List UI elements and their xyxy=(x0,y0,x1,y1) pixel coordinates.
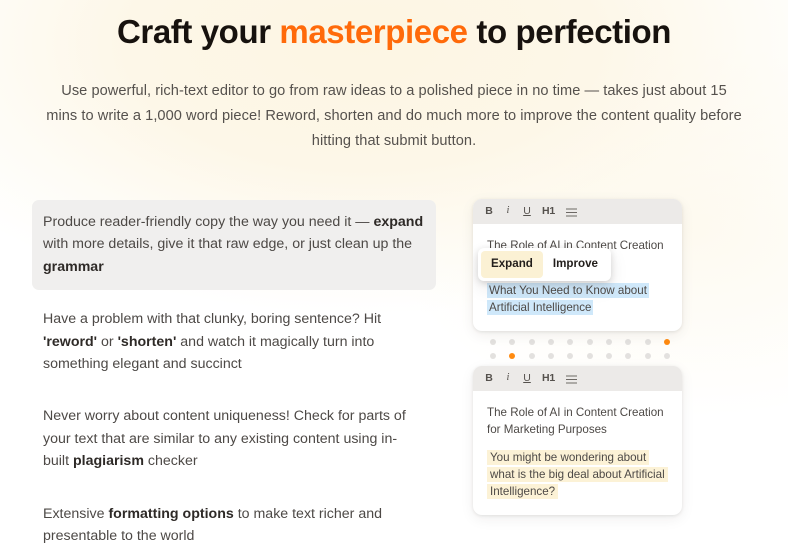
italic-icon[interactable]: i xyxy=(504,206,512,217)
feature-text: or xyxy=(97,333,118,350)
editor-preview-column: B i U H1 The Role of AI in Content Creat… xyxy=(470,196,788,515)
feature-text: checker xyxy=(143,453,198,470)
feature-keyword: 'reword' xyxy=(43,333,98,350)
dot-active xyxy=(663,339,670,345)
editor-card-top[interactable]: B i U H1 The Role of AI in Content Creat… xyxy=(473,199,682,331)
dot-active xyxy=(509,353,516,359)
dot xyxy=(490,353,496,359)
underline-icon[interactable]: U xyxy=(523,206,531,217)
editor-card-bottom[interactable]: B i U H1 The Role of AI in Content Creat… xyxy=(473,366,682,515)
page-title-accent-word: masterpiece xyxy=(279,13,468,50)
dot xyxy=(509,339,516,345)
dot-row xyxy=(490,353,670,359)
content-columns: Produce reader-friendly copy the way you… xyxy=(0,196,788,549)
feature-item-2[interactable]: Never worry about content uniqueness! Ch… xyxy=(32,394,432,484)
page-title: Craft your masterpiece to perfection xyxy=(0,0,788,52)
dot xyxy=(586,353,593,359)
editor-body-top[interactable]: The Role of AI in Content Creation for M… xyxy=(473,224,682,331)
editor-heading-text-bottom: The Role of AI in Content Creation for M… xyxy=(487,406,664,436)
landing-page: Craft your masterpiece to perfection Use… xyxy=(0,0,788,549)
feature-text: Produce reader-friendly copy the way you… xyxy=(43,214,374,230)
dot xyxy=(644,339,651,345)
page-title-part-1: Craft your xyxy=(116,13,280,50)
feature-item-0[interactable]: Produce reader-friendly copy the way you… xyxy=(32,200,436,291)
editor-toolbar-top[interactable]: B i U H1 xyxy=(473,199,682,224)
dot xyxy=(528,353,535,359)
dot xyxy=(625,353,632,359)
dot xyxy=(490,339,496,345)
underline-icon[interactable]: U xyxy=(523,373,531,384)
dot xyxy=(663,353,670,359)
bullet-list-icon[interactable] xyxy=(566,374,578,384)
dot-grid-indicator xyxy=(473,331,682,366)
dot xyxy=(567,339,574,345)
dot xyxy=(567,353,574,359)
page-subtitle: Use powerful, rich-text editor to go fro… xyxy=(46,82,742,149)
improve-button[interactable]: Improve xyxy=(543,251,608,278)
dot xyxy=(605,353,612,359)
dot xyxy=(605,339,612,345)
editor-selected-text-top: What You Need to Know about Artificial I… xyxy=(487,283,649,315)
feature-text: with more details, give it that raw edge… xyxy=(43,236,413,253)
heading-1-icon[interactable]: H1 xyxy=(542,373,555,384)
feature-keyword: 'shorten' xyxy=(117,333,177,350)
editor-toolbar-bottom[interactable]: B i U H1 xyxy=(473,366,682,391)
feature-keyword: expand xyxy=(373,214,424,230)
bold-icon[interactable]: B xyxy=(485,206,493,217)
feature-keyword: formatting options xyxy=(108,505,234,522)
editor-body-bottom[interactable]: The Role of AI in Content Creation for M… xyxy=(473,391,682,515)
dot xyxy=(644,353,651,359)
feature-keyword: plagiarism xyxy=(72,453,144,470)
page-title-part-2: to perfection xyxy=(467,13,672,50)
italic-icon[interactable]: i xyxy=(504,373,512,384)
dot xyxy=(547,339,554,345)
dot-row xyxy=(490,339,670,345)
editor-suggested-text-bottom: You might be wondering about what is the… xyxy=(487,450,668,499)
dot xyxy=(586,339,593,345)
feature-item-1[interactable]: Have a problem with that clunky, boring … xyxy=(32,297,432,387)
feature-text: Extensive xyxy=(43,505,109,522)
feature-keyword: grammar xyxy=(43,258,104,275)
feature-text: Have a problem with that clunky, boring … xyxy=(43,311,382,328)
feature-item-3[interactable]: Extensive formatting options to make tex… xyxy=(32,492,432,549)
bullet-list-icon[interactable] xyxy=(566,207,578,217)
heading-1-icon[interactable]: H1 xyxy=(542,206,555,217)
dot xyxy=(528,339,535,345)
ai-action-popup[interactable]: Expand Improve xyxy=(478,248,611,281)
feature-list: Produce reader-friendly copy the way you… xyxy=(0,196,470,549)
dot xyxy=(625,339,632,345)
dot xyxy=(547,353,554,359)
expand-button[interactable]: Expand xyxy=(481,251,543,278)
bold-icon[interactable]: B xyxy=(485,373,493,384)
